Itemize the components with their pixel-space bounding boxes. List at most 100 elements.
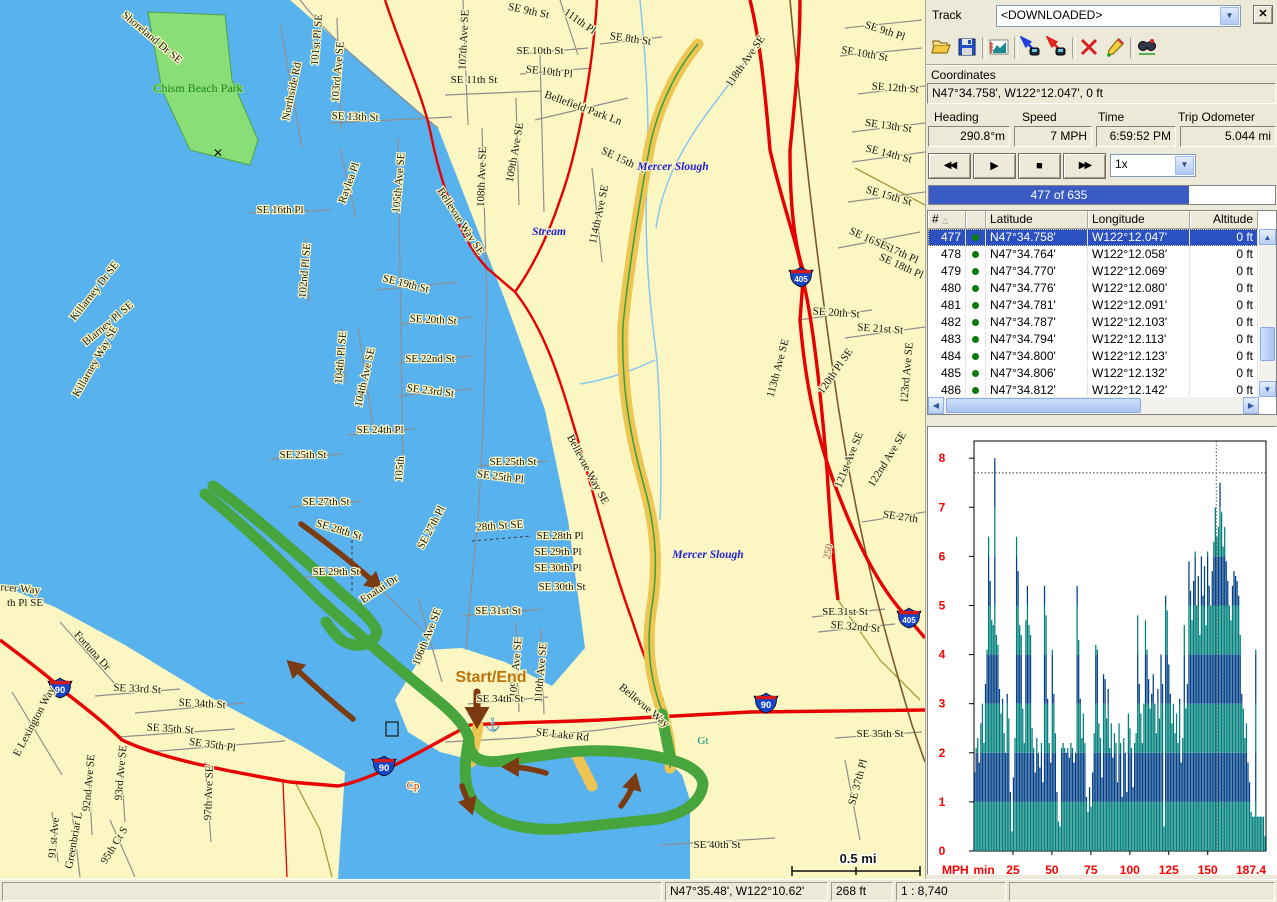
map-label: SE 34th St <box>476 693 523 705</box>
find-on-map-button[interactable] <box>1136 36 1160 60</box>
scroll-left-icon[interactable]: ◀ <box>928 397 944 414</box>
trackpoint-dot-icon <box>972 387 979 394</box>
fast-forward-button[interactable]: ▶▶ <box>1063 153 1106 179</box>
table-cell: 485 <box>928 365 966 381</box>
x-marker-icon: ✕ <box>213 146 223 160</box>
time-label: Time <box>1098 110 1124 124</box>
open-file-button[interactable] <box>930 36 954 60</box>
show-graph-button[interactable] <box>988 36 1012 60</box>
play-button[interactable]: ▶ <box>973 153 1016 179</box>
save-file-button[interactable] <box>956 36 980 60</box>
trackpoint-marker-cell <box>966 331 986 347</box>
table-cell: W122°12.132' <box>1088 365 1190 381</box>
upload-to-gps-button[interactable] <box>1046 36 1070 60</box>
scroll-right-icon[interactable]: ▶ <box>1243 397 1259 414</box>
table-cell: W122°12.123' <box>1088 348 1190 364</box>
trackpoint-dot-icon <box>972 319 979 326</box>
table-cell: 481 <box>928 297 966 313</box>
map-view[interactable]: ✕ ⚓ 909090405405 Shoreland Dr SEChism Be… <box>0 0 925 879</box>
map-label: Stream <box>532 226 566 238</box>
map-label: SE 25th St <box>279 449 326 461</box>
track-panel: Track <DOWNLOADED> ▼ ✕ <box>925 0 1277 879</box>
svg-text:100: 100 <box>1120 863 1140 874</box>
table-cell: N47°34.794' <box>986 331 1088 347</box>
trackpoint-marker-cell <box>966 229 986 245</box>
track-dropdown[interactable]: <DOWNLOADED> ▼ <box>996 5 1241 27</box>
svg-text:125: 125 <box>1159 863 1179 874</box>
table-cell: W122°12.091' <box>1088 297 1190 313</box>
edit-track-button[interactable] <box>1104 36 1128 60</box>
svg-text:3: 3 <box>939 697 946 711</box>
coordinates-label: Coordinates <box>931 68 996 82</box>
column-header-altitude[interactable]: Altitude <box>1190 211 1258 229</box>
trackpoint-marker-cell <box>966 280 986 296</box>
scroll-down-icon[interactable]: ▼ <box>1259 381 1276 397</box>
table-hscrollbar[interactable]: ◀ ▶ <box>928 397 1259 414</box>
table-cell: 484 <box>928 348 966 364</box>
table-cell: N47°34.812' <box>986 382 1088 398</box>
trackpoint-marker-cell <box>966 263 986 279</box>
table-cell: W122°12.069' <box>1088 263 1190 279</box>
stop-button[interactable]: ■ <box>1018 153 1061 179</box>
trip-odometer-value: 5.044 mi <box>1180 126 1276 147</box>
table-cell: N47°34.764' <box>986 246 1088 262</box>
chevron-down-icon[interactable]: ▼ <box>1175 156 1194 175</box>
trackpoint-dot-icon <box>972 268 979 275</box>
table-row[interactable]: 477N47°34.758'W122°12.047'0 ft <box>928 229 1258 246</box>
table-row[interactable]: 481N47°34.781'W122°12.091'0 ft <box>928 297 1258 314</box>
table-cell: 0 ft <box>1190 263 1258 279</box>
svg-text:50: 50 <box>1045 863 1059 874</box>
map-label: SE 30th St <box>538 581 585 593</box>
delete-track-button[interactable] <box>1078 36 1102 60</box>
table-row[interactable]: 484N47°34.800'W122°12.123'0 ft <box>928 348 1258 365</box>
table-row[interactable]: 480N47°34.776'W122°12.080'0 ft <box>928 280 1258 297</box>
table-row[interactable]: 485 N47°34.806'W122°12.132'0 ft <box>928 365 1258 382</box>
column-header-longitude[interactable]: Longitude <box>1088 211 1190 229</box>
playback-rate-dropdown[interactable]: 1x ▼ <box>1110 154 1196 177</box>
table-cell: N47°34.806' <box>986 365 1088 381</box>
table-cell: W122°12.058' <box>1088 246 1190 262</box>
map-label: SE 27th St <box>302 496 349 508</box>
column-header-number[interactable]: # △ <box>928 211 966 229</box>
time-value: 6:59:52 PM <box>1096 126 1176 147</box>
rewind-button[interactable]: ◀◀ <box>928 153 971 179</box>
table-cell: 480 <box>928 280 966 296</box>
status-empty-right <box>1009 882 1275 901</box>
table-cell: N47°34.800' <box>986 348 1088 364</box>
map-label: th Pl SE <box>7 597 43 609</box>
vscroll-thumb[interactable] <box>1260 327 1275 361</box>
chevron-down-icon[interactable]: ▼ <box>1220 7 1239 25</box>
map-label: SE 29th St <box>312 566 359 578</box>
map-label: SE 40th St <box>693 839 740 851</box>
column-header-latitude[interactable]: Latitude <box>986 211 1088 229</box>
trackpoint-table[interactable]: # △ Latitude Longitude Altitude 477N47°3… <box>927 210 1277 415</box>
svg-text:7: 7 <box>939 500 946 514</box>
column-header-marker[interactable] <box>966 211 986 229</box>
speed-chart: 012345678MPHmin255075100125150187.4 <box>927 426 1277 875</box>
svg-text:8: 8 <box>939 451 946 465</box>
scroll-up-icon[interactable]: ▲ <box>1259 229 1276 245</box>
table-cell: N47°34.781' <box>986 297 1088 313</box>
playback-rate-value: 1x <box>1115 157 1128 171</box>
map-canvas[interactable]: ✕ ⚓ 909090405405 Shoreland Dr SEChism Be… <box>0 0 925 879</box>
svg-text:187.4: 187.4 <box>1236 863 1266 874</box>
trip-odometer-label: Trip Odometer <box>1178 110 1255 124</box>
table-row[interactable]: 482N47°34.787'W122°12.103'0 ft <box>928 314 1258 331</box>
table-cell: 0 ft <box>1190 229 1258 245</box>
table-cell: 0 ft <box>1190 246 1258 262</box>
trackpoint-dot-icon <box>972 234 979 241</box>
download-from-gps-button[interactable] <box>1020 36 1044 60</box>
map-label: SE 16th Pl <box>256 204 303 216</box>
table-cell: 0 ft <box>1190 365 1258 381</box>
svg-text:0: 0 <box>939 844 946 858</box>
close-panel-button[interactable]: ✕ <box>1253 5 1273 24</box>
map-label: SE 22nd St <box>405 353 455 365</box>
map-label: Mercer Slough <box>671 549 743 561</box>
playback-progress-bar[interactable]: 477 of 635 <box>928 185 1276 205</box>
hscroll-thumb[interactable] <box>946 398 1141 413</box>
map-label: SE 11th St <box>451 74 498 86</box>
table-row[interactable]: 478N47°34.764'W122°12.058'0 ft <box>928 246 1258 263</box>
table-row[interactable]: 483N47°34.794'W122°12.113'0 ft <box>928 331 1258 348</box>
table-vscrollbar[interactable]: ▲ ▼ <box>1259 229 1276 397</box>
table-row[interactable]: 479N47°34.770'W122°12.069'0 ft <box>928 263 1258 280</box>
